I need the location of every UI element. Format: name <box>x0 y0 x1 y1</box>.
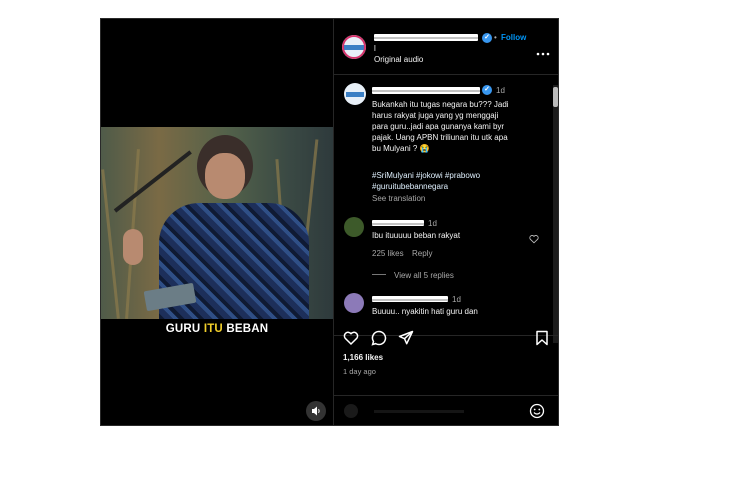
comment-time: 1d <box>496 86 505 95</box>
post-time: 1 day ago <box>343 367 376 376</box>
caption-line: harus rakyat juga yang yg menggaji <box>372 111 499 120</box>
comment-icon[interactable] <box>371 330 387 346</box>
redacted-username <box>372 296 448 302</box>
view-replies-button[interactable]: View all 5 replies <box>394 270 454 281</box>
caption-line: pajak. Uang APBN triliunan itu utk apa <box>372 133 508 142</box>
reply-button[interactable]: Reply <box>412 248 432 259</box>
caption-text: GURU <box>165 323 204 335</box>
author-avatar[interactable] <box>342 35 366 59</box>
hashtag-line[interactable]: #guruitubebannegara <box>372 181 550 192</box>
author-avatar-small[interactable] <box>344 83 366 105</box>
speaker-face <box>205 153 245 199</box>
comment-text: Ibu ituuuuu beban rakyat <box>372 231 461 240</box>
separator-dot: • <box>494 33 497 42</box>
original-audio-link[interactable]: Original audio <box>374 54 423 65</box>
commenter-avatar[interactable] <box>344 217 364 237</box>
caption-line: Bukankah itu tugas negara bu??? Jadi <box>372 100 509 109</box>
post-header: ✓ • Follow l Original audio <box>334 19 558 75</box>
caption-line: para guru..jadi apa gunanya kami byr <box>372 122 505 131</box>
speaker-hand <box>123 229 143 265</box>
likes-count[interactable]: 1,166 likes <box>343 352 383 363</box>
actions-divider <box>334 335 558 336</box>
redacted-username <box>372 220 424 226</box>
caption-text-end: BEBAN <box>222 323 269 335</box>
instagram-post: GURU ITU BEBAN ✓ • Follow l Original aud… <box>100 18 559 426</box>
microphone <box>113 150 192 213</box>
more-icon[interactable] <box>536 44 550 56</box>
post-side-panel: ✓ • Follow l Original audio ✓ 1d Bukanka… <box>333 19 558 425</box>
video-frame <box>101 127 333 319</box>
replies-line <box>372 274 386 275</box>
comment-time: 1d <box>452 295 461 304</box>
share-icon[interactable] <box>398 330 414 346</box>
comment-text: Buuuu.. nyakitin hati guru dan <box>372 307 478 316</box>
comment-input-placeholder[interactable] <box>374 410 464 413</box>
like-heart-icon[interactable] <box>343 330 359 346</box>
emoji-icon[interactable] <box>529 403 545 419</box>
comment-time: 1d <box>428 219 437 228</box>
follow-button[interactable]: Follow <box>501 32 526 43</box>
verified-badge-icon: ✓ <box>482 33 492 43</box>
comment-likes[interactable]: 225 likes <box>372 248 404 259</box>
save-bookmark-icon[interactable] <box>534 330 550 346</box>
caption-line: bu Mulyani ? 😭 <box>372 144 430 153</box>
speaker-icon[interactable] <box>306 401 326 421</box>
commenter-self-avatar <box>344 404 358 418</box>
hashtag-line[interactable]: #SriMulyani #jokowi #prabowo <box>372 170 550 181</box>
redacted-username <box>374 34 478 41</box>
video-player[interactable]: GURU ITU BEBAN <box>101 19 333 425</box>
see-translation-link[interactable]: See translation <box>372 193 425 204</box>
verified-badge-icon: ✓ <box>482 85 492 95</box>
heart-icon[interactable] <box>529 231 539 244</box>
redacted-username <box>372 87 480 94</box>
caption-highlight: ITU <box>203 323 223 335</box>
username-suffix: l <box>374 44 376 53</box>
add-comment-bar[interactable] <box>334 395 558 425</box>
commenter-avatar[interactable] <box>344 293 364 313</box>
comments-scrollbar[interactable] <box>553 85 558 343</box>
video-caption: GURU ITU BEBAN <box>101 323 333 335</box>
